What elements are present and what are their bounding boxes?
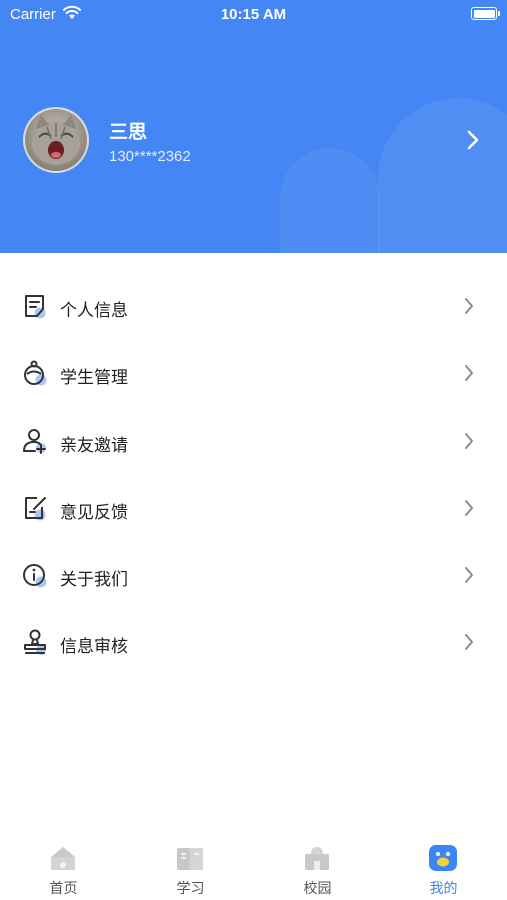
menu-label: 个人信息 bbox=[60, 301, 128, 320]
menu-label: 关于我们 bbox=[60, 570, 128, 590]
stamp-review-icon bbox=[24, 629, 46, 656]
status-bar: Carrier 10:15 AM bbox=[0, 0, 507, 28]
menu-label: 亲友邀请 bbox=[60, 435, 128, 455]
chevron-right-icon bbox=[465, 365, 473, 382]
status-time: 10:15 AM bbox=[220, 6, 287, 23]
profile-header: Carrier 10:15 AM 三思 130****2362 bbox=[0, 0, 507, 253]
profile-card[interactable]: 三思 130****2362 bbox=[23, 107, 493, 173]
chevron-right-icon bbox=[465, 634, 473, 651]
settings-menu: 个人信息 学生管理 亲友邀请 意见反馈 关于我们 信息审核 bbox=[0, 272, 507, 676]
avatar[interactable] bbox=[23, 107, 89, 173]
cat-avatar-image bbox=[32, 115, 80, 165]
campus-icon bbox=[305, 847, 329, 870]
menu-item-feedback[interactable]: 意见反馈 bbox=[0, 474, 507, 541]
tab-label: 我的 bbox=[429, 880, 458, 896]
menu-item-info-review[interactable]: 信息审核 bbox=[0, 608, 507, 675]
menu-label: 学生管理 bbox=[60, 368, 128, 388]
user-name: 三思 bbox=[109, 122, 148, 143]
chevron-right-icon bbox=[465, 298, 473, 314]
home-icon bbox=[51, 847, 75, 870]
feedback-edit-icon bbox=[25, 496, 46, 521]
chevron-right-icon[interactable] bbox=[466, 129, 480, 151]
battery-icon bbox=[471, 7, 500, 20]
tab-label: 首页 bbox=[49, 880, 78, 896]
menu-item-friend-invite[interactable]: 亲友邀请 bbox=[0, 407, 507, 474]
document-icon bbox=[25, 295, 46, 319]
chevron-right-icon bbox=[465, 432, 473, 449]
book-icon bbox=[177, 848, 203, 870]
menu-label: 意见反馈 bbox=[60, 502, 128, 522]
menu-item-student-management[interactable]: 学生管理 bbox=[0, 339, 507, 406]
menu-item-about-us[interactable]: 关于我们 bbox=[0, 541, 507, 608]
invite-user-icon bbox=[23, 428, 46, 454]
tab-label: 学习 bbox=[176, 880, 205, 896]
tab-label: 校园 bbox=[303, 880, 332, 896]
info-icon bbox=[23, 564, 47, 588]
tab-campus[interactable]: 校园 bbox=[254, 834, 381, 900]
mine-icon bbox=[429, 845, 457, 871]
user-phone: 130****2362 bbox=[109, 148, 191, 165]
menu-item-personal-info[interactable]: 个人信息 bbox=[0, 272, 507, 339]
chevron-right-icon bbox=[465, 499, 473, 516]
tab-mine[interactable]: 我的 bbox=[380, 834, 507, 900]
tab-home[interactable]: 首页 bbox=[0, 834, 127, 900]
student-icon bbox=[24, 360, 47, 386]
tab-study[interactable]: 学习 bbox=[127, 834, 254, 900]
tab-bar: 首页 学习 校园 我的 bbox=[0, 834, 507, 900]
menu-label: 信息审核 bbox=[60, 637, 128, 657]
chevron-right-icon bbox=[465, 567, 473, 584]
